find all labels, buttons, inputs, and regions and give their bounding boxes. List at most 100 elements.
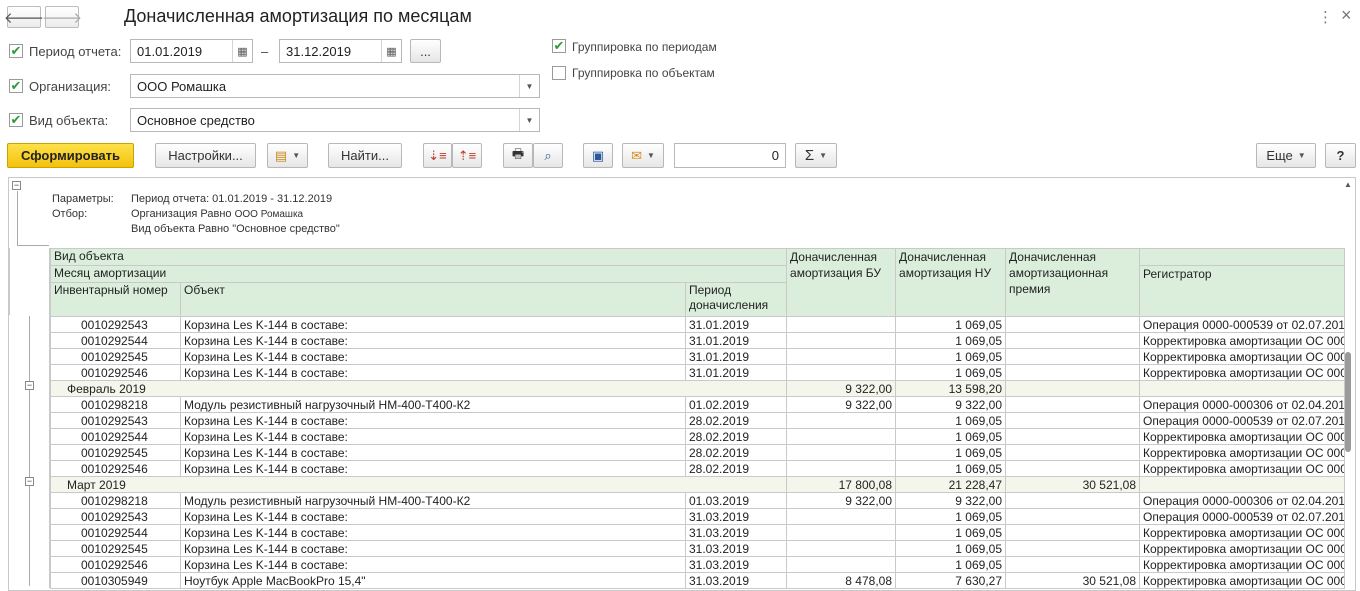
- cell-object: Корзина Les K-144 в составе:: [180, 428, 686, 445]
- group-by-periods-checkbox[interactable]: ✔: [552, 39, 566, 53]
- collapse-march-icon[interactable]: −: [25, 477, 34, 486]
- cell-registrar[interactable]: Корректировка амортизации ОС 0000: [1139, 524, 1346, 541]
- table-row: 0010292543 Корзина Les K-144 в составе: 31…: [50, 316, 1346, 333]
- group-label: Март 2019: [49, 476, 788, 493]
- object-kind-checkbox[interactable]: ✔: [9, 113, 23, 127]
- group-by-periods-label: Группировка по периодам: [572, 40, 717, 54]
- cell-premium: [1005, 524, 1141, 541]
- header-bu: Доначисленная амортизация БУ: [786, 248, 897, 317]
- table-row: 0010292544 Корзина Les K-144 в составе: 31…: [50, 332, 1346, 349]
- calendar-icon[interactable]: ▦: [232, 40, 252, 62]
- header-period: Период доначисления: [684, 282, 788, 317]
- cell-premium: 30 521,08: [1005, 572, 1141, 589]
- cell-inventory: 0010292546: [50, 556, 181, 573]
- group-label: Февраль 2019: [49, 380, 788, 397]
- close-icon[interactable]: ×: [1341, 5, 1352, 26]
- save-button[interactable]: ▣: [583, 143, 613, 168]
- scroll-up-icon[interactable]: ▲: [1344, 180, 1352, 189]
- period-dash: –: [261, 44, 269, 59]
- cell-registrar[interactable]: Операция 0000-000539 от 02.07.2019: [1139, 508, 1346, 525]
- report-area[interactable]: − Параметры: Период отчета: 01.01.2019 -…: [8, 177, 1356, 591]
- generate-button[interactable]: Сформировать: [7, 143, 134, 168]
- sort-descending-button[interactable]: ⇣≡: [423, 143, 452, 168]
- table-row: 0010292546 Корзина Les K-144 в составе: 31…: [50, 364, 1346, 381]
- cell-bu: [786, 508, 897, 525]
- filter-line-2: Вид объекта Равно "Основное средство": [131, 223, 340, 235]
- chevron-down-icon[interactable]: ▼: [519, 75, 539, 97]
- period-from-field[interactable]: 01.01.2019 ▦: [130, 39, 253, 63]
- print-button[interactable]: 🖶: [503, 143, 533, 168]
- send-email-button[interactable]: ✉ ▼: [622, 143, 664, 168]
- cell-registrar[interactable]: Операция 0000-000539 от 02.07.2019: [1139, 412, 1346, 429]
- cell-nu: 9 322,00: [895, 492, 1007, 509]
- cell-registrar[interactable]: Корректировка амортизации ОС 0000: [1139, 444, 1346, 461]
- period-to-field[interactable]: 31.12.2019 ▦: [279, 39, 402, 63]
- period-select-button[interactable]: ...: [410, 39, 441, 63]
- cell-premium: [1005, 316, 1141, 333]
- cell-registrar[interactable]: Корректировка амортизации ОС 0000: [1139, 540, 1346, 557]
- scrollbar-thumb[interactable]: [1345, 352, 1351, 452]
- cell-premium: [1005, 460, 1141, 477]
- cell-bu: 9 322,00: [786, 492, 897, 509]
- help-button[interactable]: ?: [1325, 143, 1356, 168]
- filter-line-1-prefix: Организация Равно: [131, 208, 232, 220]
- cell-period: 28.02.2019: [684, 460, 788, 477]
- sum-mode-button[interactable]: Σ ▼: [795, 143, 837, 168]
- collapse-february-icon[interactable]: −: [25, 381, 34, 390]
- header-registrar: Регистратор: [1139, 265, 1346, 317]
- table-row: 0010292546 Корзина Les K-144 в составе: 31…: [50, 556, 1346, 573]
- chevron-down-icon: ▼: [292, 151, 301, 160]
- cell-object: Корзина Les K-144 в составе:: [180, 460, 686, 477]
- cell-object: Корзина Les K-144 в составе:: [180, 364, 686, 381]
- settings-button[interactable]: Настройки...: [155, 143, 256, 168]
- back-button[interactable]: 🡐: [4, 6, 44, 28]
- chevron-down-icon: ▼: [1297, 151, 1306, 160]
- find-button[interactable]: Найти...: [328, 143, 402, 168]
- cell-premium: [1005, 444, 1141, 461]
- cell-registrar[interactable]: Операция 0000-000539 от 02.07.2019: [1139, 316, 1346, 333]
- more-menu-icon[interactable]: ⋮: [1318, 8, 1333, 26]
- cell-inventory: 0010292543: [50, 508, 181, 525]
- arrow-right-icon: 🡒: [41, 9, 83, 27]
- cell-period: 01.02.2019: [684, 396, 788, 413]
- cell-registrar[interactable]: Корректировка амортизации ОС 0000: [1139, 428, 1346, 445]
- organization-checkbox[interactable]: ✔: [9, 79, 23, 93]
- cell-registrar[interactable]: Корректировка амортизации ОС 0000: [1139, 572, 1346, 589]
- calendar-icon[interactable]: ▦: [381, 40, 401, 62]
- group-by-objects-label: Группировка по объектам: [572, 66, 715, 80]
- period-checkbox[interactable]: ✔: [9, 44, 23, 58]
- more-actions-label: Еще: [1266, 148, 1293, 163]
- printer-icon: 🖶: [511, 145, 525, 161]
- object-kind-field[interactable]: Основное средство ▼: [130, 108, 540, 132]
- cell-object: Корзина Les K-144 в составе:: [180, 316, 686, 333]
- sort-ascending-button[interactable]: ⇡≡: [452, 143, 482, 168]
- chevron-down-icon: ▼: [646, 151, 655, 160]
- forward-button[interactable]: 🡒: [41, 6, 83, 28]
- cell-registrar[interactable]: Корректировка амортизации ОС 0000: [1139, 460, 1346, 477]
- cell-registrar[interactable]: Корректировка амортизации ОС 0000: [1139, 332, 1346, 349]
- cell-premium: [1005, 492, 1141, 509]
- vertical-scrollbar[interactable]: ▲: [1343, 180, 1353, 588]
- cell-registrar[interactable]: Корректировка амортизации ОС 0000: [1139, 364, 1346, 381]
- cell-registrar[interactable]: Операция 0000-000306 от 02.04.2019: [1139, 492, 1346, 509]
- filter-line-1-value: ООО Ромашка: [234, 209, 304, 220]
- organization-field[interactable]: ООО Ромашка ▼: [130, 74, 540, 98]
- more-actions-button[interactable]: Еще ▼: [1256, 143, 1316, 168]
- cell-bu: [786, 444, 897, 461]
- print-preview-button[interactable]: ⌕: [533, 143, 563, 168]
- cell-period: 28.02.2019: [684, 412, 788, 429]
- group-by-objects-checkbox[interactable]: [552, 66, 566, 80]
- cell-nu: 1 069,05: [895, 364, 1007, 381]
- cell-registrar[interactable]: Корректировка амортизации ОС 0000: [1139, 348, 1346, 365]
- collapse-params-icon[interactable]: −: [12, 181, 21, 190]
- cell-inventory: 0010292546: [50, 364, 181, 381]
- cell-inventory: 0010305949: [50, 572, 181, 589]
- table-row: 0010305949 Ноутбук Apple MacBookPro 15,4"…: [50, 572, 1346, 589]
- chevron-down-icon[interactable]: ▼: [519, 109, 539, 131]
- cell-registrar[interactable]: Корректировка амортизации ОС 0000: [1139, 556, 1346, 573]
- sum-field[interactable]: 0: [674, 143, 786, 168]
- clipboard-icon: ▤: [274, 147, 288, 163]
- cell-registrar[interactable]: Операция 0000-000306 от 02.04.2019: [1139, 396, 1346, 413]
- cell-object: Модуль резистивный нагрузочный НМ-400-Т4…: [180, 396, 686, 413]
- variants-button[interactable]: ▤ ▼: [267, 143, 308, 168]
